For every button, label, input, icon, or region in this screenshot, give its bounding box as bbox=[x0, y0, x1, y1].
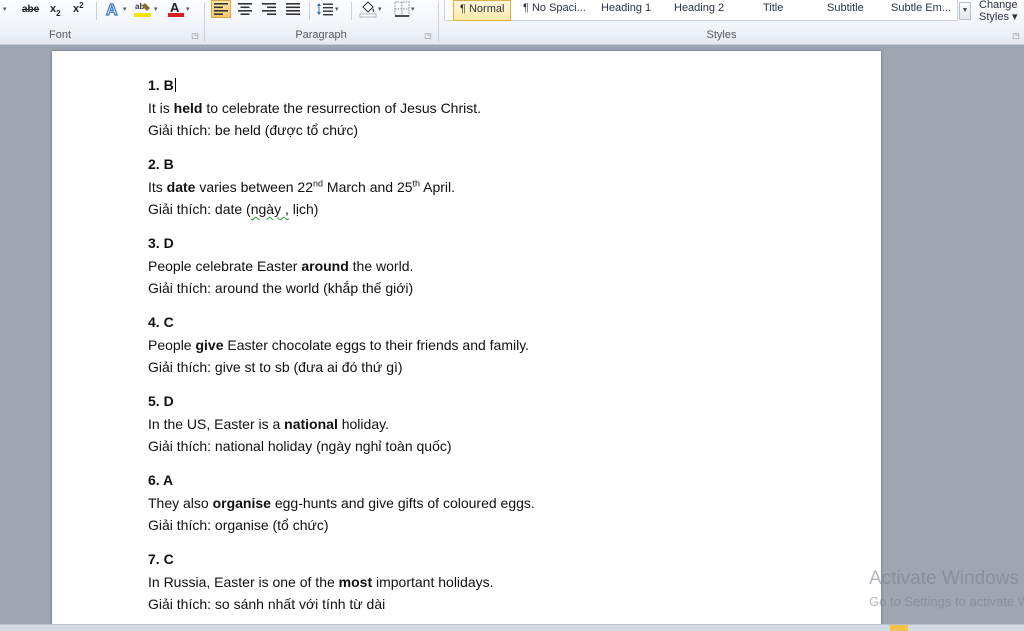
answer-sentence: They also organise egg-hunts and give gi… bbox=[148, 494, 535, 511]
answer-sentence: People celebrate Easter around the world… bbox=[148, 257, 414, 274]
justify-icon bbox=[286, 3, 300, 15]
answer-explanation: Giải thích: national holiday (ngày nghỉ … bbox=[148, 438, 452, 454]
answer-item: 6. A They also organise egg-hunts and gi… bbox=[148, 469, 848, 537]
style-heading-1[interactable]: Heading 1 bbox=[601, 0, 651, 20]
answer-item: 7. C In Russia, Easter is one of the mos… bbox=[148, 548, 848, 616]
answer-sentence: It is held to celebrate the resurrection… bbox=[148, 99, 482, 116]
separator bbox=[351, 2, 352, 20]
answer-sentence: Its date varies between 22nd March and 2… bbox=[148, 177, 456, 195]
superscript-button[interactable]: x2 bbox=[73, 0, 84, 18]
justify-button[interactable] bbox=[283, 0, 303, 18]
answer-explanation: Giải thích: date (ngày , lịch) bbox=[148, 201, 319, 217]
spelling-squiggle[interactable]: ngày , bbox=[251, 201, 289, 217]
answer-explanation: Giải thích: so sánh nhất với tính từ dài bbox=[148, 596, 386, 612]
activate-windows-subtitle: Go to Settings to activate Windows. bbox=[869, 594, 1024, 609]
answer-item: 4. C People give Easter chocolate eggs t… bbox=[148, 311, 848, 379]
answer-head: 2. B bbox=[148, 156, 174, 172]
answer-head: 4. C bbox=[148, 314, 174, 330]
borders-button[interactable]: ▾ bbox=[394, 0, 415, 18]
text-cursor bbox=[174, 78, 176, 92]
answer-item: 2. B Its date varies between 22nd March … bbox=[148, 153, 848, 221]
answer-head: 1. B bbox=[148, 77, 176, 93]
shading-button[interactable]: ▾ bbox=[359, 0, 382, 18]
strikethrough-button[interactable]: abe bbox=[22, 0, 39, 18]
style-heading-2[interactable]: Heading 2 bbox=[674, 0, 724, 20]
answer-sentence: In Russia, Easter is one of the most imp… bbox=[148, 573, 494, 590]
font-color-button[interactable]: A ▾ bbox=[167, 0, 190, 18]
separator bbox=[96, 2, 97, 20]
strikethrough-label: abe bbox=[22, 3, 40, 15]
paint-bucket-icon bbox=[359, 1, 377, 18]
line-spacing-button[interactable]: ▾ bbox=[316, 0, 339, 18]
align-center-icon bbox=[238, 3, 252, 15]
styles-dialog-launcher-icon[interactable]: ◳ bbox=[1012, 32, 1020, 40]
text-effects-button[interactable]: A ▾ bbox=[104, 0, 126, 18]
highlighter-icon: ab bbox=[134, 2, 151, 17]
answer-head: 5. D bbox=[148, 393, 174, 409]
align-left-icon bbox=[214, 3, 228, 15]
svg-text:A: A bbox=[170, 0, 180, 15]
document-body[interactable]: 1. B It is held to celebrate the resurre… bbox=[148, 74, 848, 627]
paragraph-group-label: Paragraph bbox=[295, 29, 347, 41]
separator bbox=[438, 2, 439, 42]
font-size-dropdown-arrow[interactable]: ▾ bbox=[2, 0, 7, 18]
style-no-spacing[interactable]: ¶ No Spaci... bbox=[523, 0, 586, 20]
font-group-label: Font bbox=[48, 29, 71, 41]
status-indicator bbox=[890, 625, 908, 631]
style-normal[interactable]: ¶ Normal bbox=[453, 0, 512, 21]
answer-item: 1. B It is held to celebrate the resurre… bbox=[148, 74, 848, 142]
answer-sentence: In the US, Easter is a national holiday. bbox=[148, 415, 389, 432]
ribbon: ▾ abe x2 x2 A ▾ ab ▾ A ▾ Font ◳ ▾ ▾ ▾ Pa… bbox=[0, 0, 1024, 45]
style-subtle-emphasis[interactable]: Subtle Em... bbox=[891, 0, 951, 20]
change-styles-line2: Styles ▾ bbox=[979, 11, 1018, 23]
answer-head: 3. D bbox=[148, 235, 174, 251]
subscript-button[interactable]: x2 bbox=[50, 0, 61, 18]
separator bbox=[309, 2, 310, 20]
style-title[interactable]: Title bbox=[763, 0, 783, 20]
borders-icon bbox=[394, 1, 410, 17]
line-spacing-icon bbox=[317, 3, 333, 16]
subscript-mark: 2 bbox=[56, 8, 61, 18]
change-styles-line1: Change bbox=[979, 0, 1018, 11]
font-color-icon: A bbox=[168, 0, 184, 17]
superscript-mark: 2 bbox=[79, 0, 84, 10]
activate-windows-title: Activate Windows bbox=[869, 568, 1019, 589]
change-styles-button[interactable]: Change Styles ▾ bbox=[979, 0, 1018, 23]
styles-more-button[interactable]: ▼ bbox=[959, 2, 971, 20]
document-area: 1. B It is held to celebrate the resurre… bbox=[0, 45, 1024, 631]
answer-item: 5. D In the US, Easter is a national hol… bbox=[148, 390, 848, 458]
answer-explanation: Giải thích: organise (tổ chức) bbox=[148, 517, 329, 533]
answer-explanation: Giải thích: around the world (khắp thế g… bbox=[148, 280, 414, 296]
answer-explanation: Giải thích: be held (được tổ chức) bbox=[148, 122, 359, 138]
align-right-icon bbox=[262, 3, 276, 15]
word-window: ▾ abe x2 x2 A ▾ ab ▾ A ▾ Font ◳ ▾ ▾ ▾ Pa… bbox=[0, 0, 1024, 631]
paragraph-dialog-launcher-icon[interactable]: ◳ bbox=[424, 32, 432, 40]
styles-group-label: Styles bbox=[706, 29, 737, 41]
styles-gallery: ¶ Normal ¶ No Spaci... Heading 1 Heading… bbox=[444, 0, 958, 21]
text-effects-icon: A bbox=[105, 1, 118, 18]
more-arrow-icon: ▼ bbox=[961, 7, 969, 14]
horizontal-scrollbar[interactable] bbox=[0, 624, 1024, 631]
style-subtitle[interactable]: Subtitle bbox=[827, 0, 864, 20]
font-dialog-launcher-icon[interactable]: ◳ bbox=[191, 32, 199, 40]
align-left-button[interactable] bbox=[211, 0, 231, 18]
answer-item: 3. D People celebrate Easter around the … bbox=[148, 232, 848, 300]
highlight-color-button[interactable]: ab ▾ bbox=[133, 0, 158, 18]
align-center-button[interactable] bbox=[235, 0, 255, 18]
answer-head: 7. C bbox=[148, 551, 174, 567]
svg-text:A: A bbox=[106, 2, 118, 18]
answer-explanation: Giải thích: give st to sb (đưa ai đó thứ… bbox=[148, 359, 403, 375]
document-page[interactable]: 1. B It is held to celebrate the resurre… bbox=[52, 51, 881, 631]
answer-head: 6. A bbox=[148, 472, 174, 488]
align-right-button[interactable] bbox=[259, 0, 279, 18]
answer-sentence: People give Easter chocolate eggs to the… bbox=[148, 336, 530, 353]
